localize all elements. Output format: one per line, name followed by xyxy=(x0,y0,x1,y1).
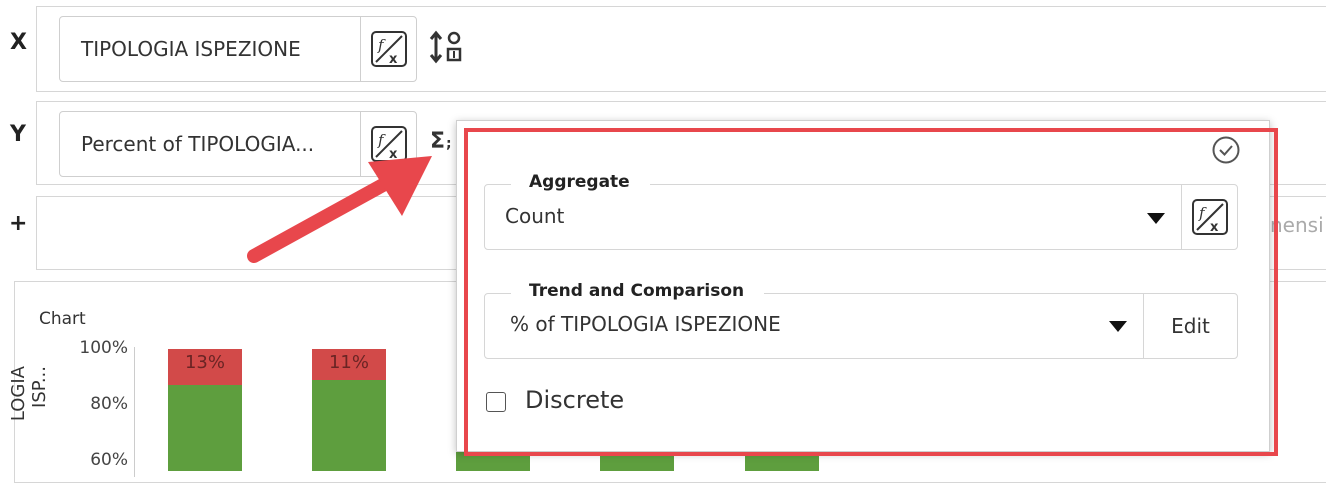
x-field-value: TIPOLOGIA ISPEZIONE xyxy=(81,37,301,61)
x-field[interactable]: TIPOLOGIA ISPEZIONE f x xyxy=(59,16,417,82)
chart-label: Chart xyxy=(39,309,86,329)
x-axis-letter: X xyxy=(10,30,27,55)
annotation-arrow-icon xyxy=(247,156,432,263)
svg-text:f: f xyxy=(377,36,386,54)
chevron-down-icon xyxy=(1147,213,1165,224)
function-icon: f x xyxy=(370,31,407,67)
discrete-label[interactable]: Discrete xyxy=(525,386,624,414)
function-icon: f x xyxy=(1191,199,1228,235)
svg-text:f: f xyxy=(1198,204,1207,222)
svg-text:x: x xyxy=(1210,220,1219,235)
sort-icon[interactable] xyxy=(428,30,466,64)
chart-y-axis-label: LOGIA ISP... xyxy=(8,366,50,422)
y-axis-letter: Y xyxy=(10,122,26,147)
trend-select[interactable]: % of TIPOLOGIA ISPEZIONE xyxy=(485,294,1143,358)
aggregate-select-value: Count xyxy=(505,204,565,228)
dimension-placeholder: nensi xyxy=(1270,213,1324,237)
discrete-checkbox[interactable] xyxy=(486,392,506,412)
confirm-check-icon[interactable] xyxy=(1211,135,1241,165)
plus-row-letter: + xyxy=(9,211,28,236)
aggregate-select[interactable]: Count xyxy=(485,185,1181,249)
x-formula-button[interactable]: f x xyxy=(360,17,416,81)
trend-edit-button[interactable]: Edit xyxy=(1143,294,1237,358)
aggregate-formula-button[interactable]: f x xyxy=(1181,185,1237,249)
chevron-down-icon xyxy=(1109,321,1127,332)
trend-select-value: % of TIPOLOGIA ISPEZIONE xyxy=(510,312,781,336)
svg-text:x: x xyxy=(389,52,398,67)
